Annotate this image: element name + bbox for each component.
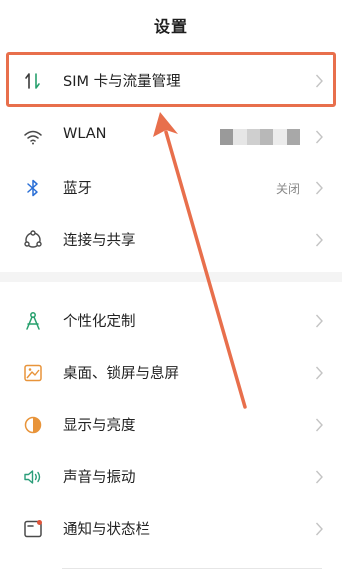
chevron-right-icon — [315, 469, 324, 485]
chevron-right-icon — [315, 417, 324, 433]
settings-item-wlan[interactable]: WLAN — [0, 112, 342, 162]
wifi-icon — [22, 126, 44, 148]
settings-item-label: 声音与振动 — [63, 470, 136, 486]
chevron-right-icon — [315, 129, 324, 145]
page-title: 设置 — [153, 17, 188, 36]
settings-item-label: 连接与共享 — [63, 233, 136, 249]
settings-item-personalize[interactable]: 个性化定制 — [0, 296, 342, 346]
bluetooth-icon — [22, 177, 44, 199]
notification-icon — [22, 518, 44, 540]
wallpaper-icon — [22, 362, 44, 384]
settings-item-label: 个性化定制 — [63, 314, 136, 330]
list-divider — [62, 568, 322, 569]
section-divider — [0, 272, 342, 282]
top-bar: 设置 — [0, 0, 342, 50]
highlight-box-annotation — [6, 52, 336, 107]
settings-item-label: 显示与亮度 — [63, 418, 136, 434]
settings-item-label: 桌面、锁屏与息屏 — [63, 366, 179, 382]
bluetooth-status-value: 关闭 — [275, 182, 300, 196]
share-network-icon — [22, 229, 44, 251]
chevron-right-icon — [315, 313, 324, 329]
chevron-right-icon — [315, 232, 324, 248]
wlan-network-name-blurred — [220, 129, 300, 145]
display-brightness-icon — [22, 414, 44, 436]
settings-item-sound[interactable]: 声音与振动 — [0, 452, 342, 502]
settings-item-notification[interactable]: 通知与状态栏 — [0, 504, 342, 554]
personalize-icon — [22, 310, 44, 332]
chevron-right-icon — [315, 180, 324, 196]
settings-item-display[interactable]: 显示与亮度 — [0, 400, 342, 450]
sound-vibration-icon — [22, 466, 44, 488]
settings-item-wallpaper[interactable]: 桌面、锁屏与息屏 — [0, 348, 342, 398]
settings-item-label: 通知与状态栏 — [63, 522, 150, 538]
settings-item-label: WLAN — [63, 126, 107, 142]
settings-item-label: 蓝牙 — [63, 181, 92, 197]
settings-item-bluetooth[interactable]: 蓝牙 关闭 — [0, 163, 342, 213]
chevron-right-icon — [315, 365, 324, 381]
chevron-right-icon — [315, 521, 324, 537]
settings-item-connect-share[interactable]: 连接与共享 — [0, 215, 342, 265]
